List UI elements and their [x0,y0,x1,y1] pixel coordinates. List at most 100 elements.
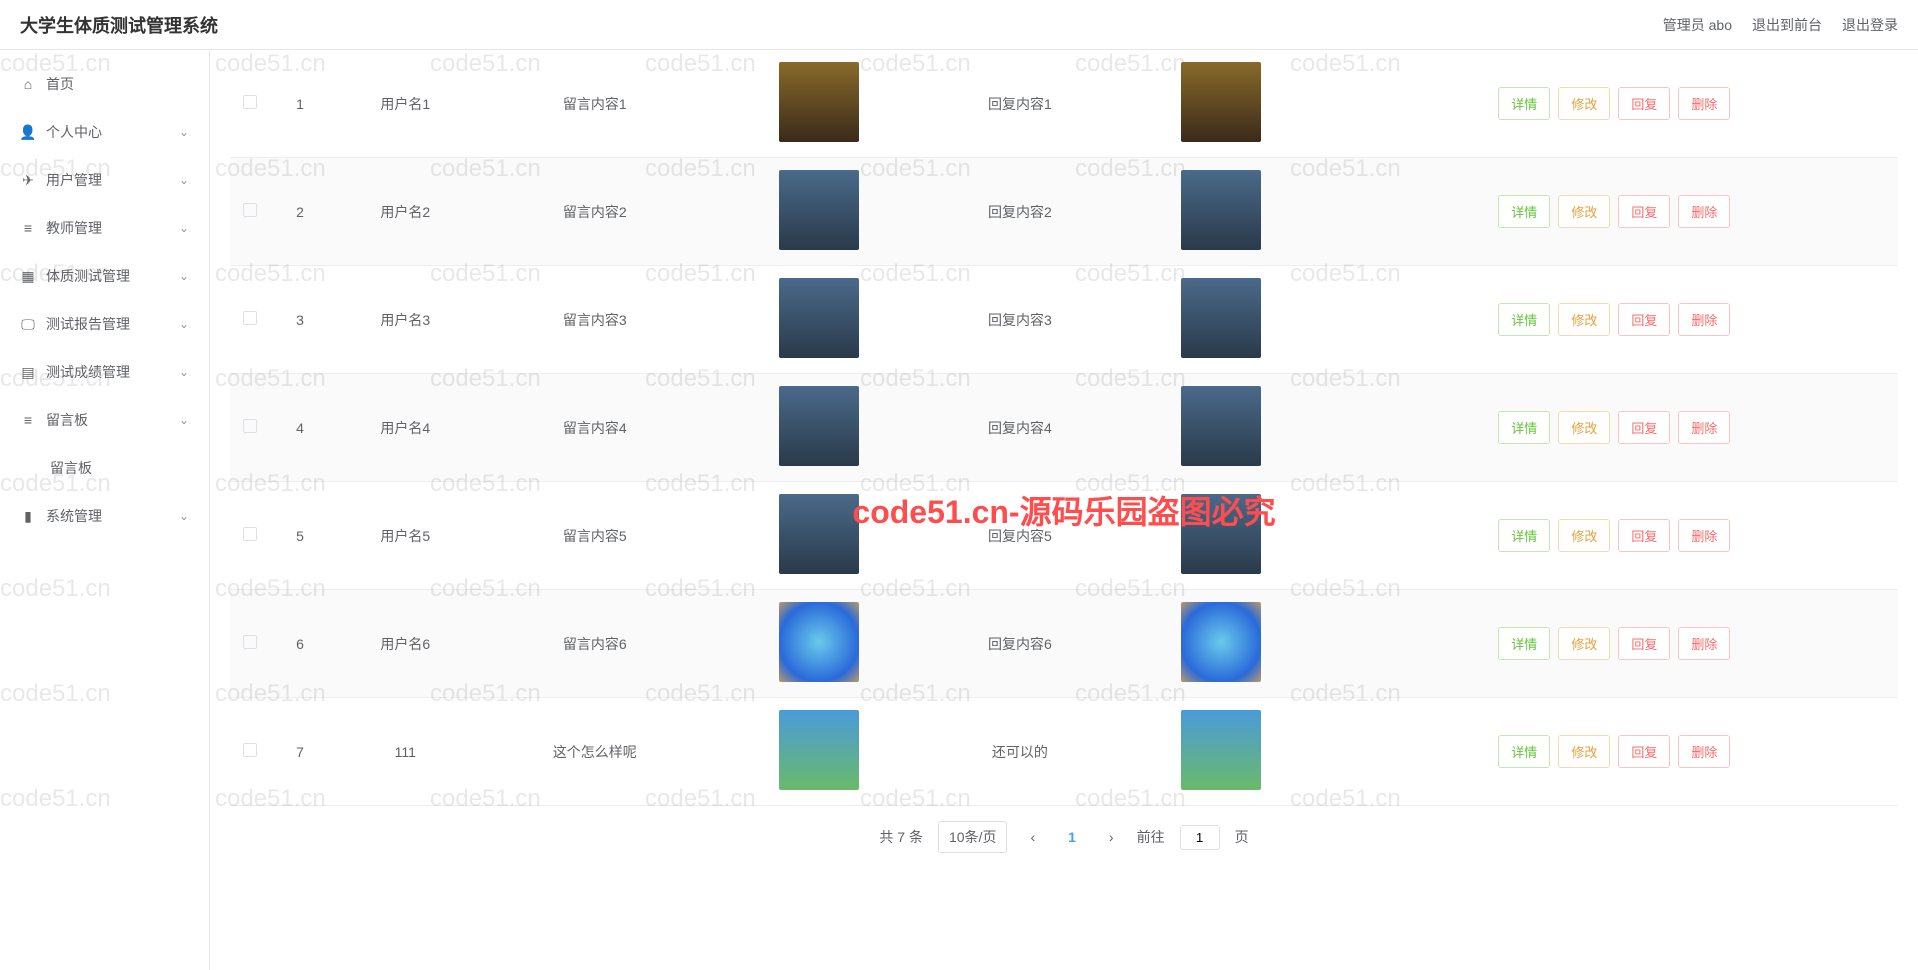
sidebar-item-test-score[interactable]: ▤ 测试成绩管理 ⌄ [0,348,209,396]
row-message: 留言内容4 [480,374,709,482]
edit-button[interactable]: 修改 [1558,519,1610,552]
row-index: 3 [270,266,330,374]
row-checkbox[interactable] [243,311,257,325]
edit-button[interactable]: 修改 [1558,195,1610,228]
sidebar-item-test-report[interactable]: 🖵 测试报告管理 ⌄ [0,300,209,348]
main-content: code51.cn-源码乐园盗图必究 1 用户名1 留言内容1 回复内容1 详情… [210,50,1918,970]
edit-button[interactable]: 修改 [1558,303,1610,336]
table-row: 1 用户名1 留言内容1 回复内容1 详情 修改 回复 删除 [230,50,1898,158]
reply-button[interactable]: 回复 [1618,627,1670,660]
table-row: 6 用户名6 留言内容6 回复内容6 详情 修改 回复 删除 [230,590,1898,698]
detail-button[interactable]: 详情 [1498,87,1550,120]
delete-button[interactable]: 删除 [1678,735,1730,768]
row-actions: 详情 修改 回复 删除 [1339,87,1890,120]
row-checkbox[interactable] [243,95,257,109]
exit-front-link[interactable]: 退出到前台 [1752,15,1822,35]
sidebar-item-label: 个人中心 [46,122,102,142]
pagination-total: 共 7 条 [879,827,923,847]
delete-button[interactable]: 删除 [1678,195,1730,228]
logout-link[interactable]: 退出登录 [1842,15,1898,35]
pagination-goto-input[interactable] [1180,825,1220,850]
row-actions: 详情 修改 回复 删除 [1339,519,1890,552]
row-actions: 详情 修改 回复 删除 [1339,735,1890,768]
row-checkbox[interactable] [243,419,257,433]
row-message: 留言内容5 [480,482,709,590]
pagination-prev[interactable]: ‹ [1022,829,1043,845]
detail-button[interactable]: 详情 [1498,519,1550,552]
detail-button[interactable]: 详情 [1498,627,1550,660]
row-checkbox[interactable] [243,635,257,649]
edit-button[interactable]: 修改 [1558,627,1610,660]
sidebar-item-teachers[interactable]: ≡ 教师管理 ⌄ [0,204,209,252]
row-message-image [779,386,859,466]
row-actions: 详情 修改 回复 删除 [1339,627,1890,660]
pagination: 共 7 条 10条/页 ‹ 1 › 前往 页 [230,806,1898,868]
chevron-down-icon: ⌄ [179,509,189,523]
detail-button[interactable]: 详情 [1498,411,1550,444]
chevron-down-icon: ⌄ [179,413,189,427]
detail-button[interactable]: 详情 [1498,303,1550,336]
row-message: 留言内容2 [480,158,709,266]
row-index: 6 [270,590,330,698]
row-index: 4 [270,374,330,482]
chevron-down-icon: ⌄ [179,365,189,379]
row-checkbox[interactable] [243,527,257,541]
delete-button[interactable]: 删除 [1678,627,1730,660]
delete-button[interactable]: 删除 [1678,519,1730,552]
sidebar-item-users[interactable]: ✈ 用户管理 ⌄ [0,156,209,204]
row-message-image [779,710,859,790]
row-reply: 还可以的 [929,698,1111,806]
sidebar-subitem-messageboard[interactable]: 留言板 [0,444,209,492]
delete-button[interactable]: 删除 [1678,87,1730,120]
table-row: 4 用户名4 留言内容4 回复内容4 详情 修改 回复 删除 [230,374,1898,482]
sidebar-item-label: 测试报告管理 [46,314,130,334]
pagination-goto-prefix: 前往 [1137,827,1165,847]
row-message: 这个怎么样呢 [480,698,709,806]
container: ⌂ 首页 👤 个人中心 ⌄ ✈ 用户管理 ⌄ ≡ 教师管理 ⌄ ▦ 体质测试管理… [0,50,1918,970]
detail-button[interactable]: 详情 [1498,195,1550,228]
chevron-down-icon: ⌄ [179,317,189,331]
edit-button[interactable]: 修改 [1558,735,1610,768]
reply-button[interactable]: 回复 [1618,303,1670,336]
pagination-goto-suffix: 页 [1235,827,1249,847]
user-icon: 👤 [20,124,36,140]
edit-button[interactable]: 修改 [1558,87,1610,120]
table-row: 7 111 这个怎么样呢 还可以的 详情 修改 回复 删除 [230,698,1898,806]
sidebar-item-label: 用户管理 [46,170,102,190]
table-row: 3 用户名3 留言内容3 回复内容3 详情 修改 回复 删除 [230,266,1898,374]
row-reply: 回复内容2 [929,158,1111,266]
detail-button[interactable]: 详情 [1498,735,1550,768]
menu-icon: ≡ [20,412,36,428]
delete-button[interactable]: 删除 [1678,411,1730,444]
sidebar-item-fitness-test[interactable]: ▦ 体质测试管理 ⌄ [0,252,209,300]
row-message-image [779,602,859,682]
app-title: 大学生体质测试管理系统 [20,12,218,38]
row-message: 留言内容3 [480,266,709,374]
reply-button[interactable]: 回复 [1618,87,1670,120]
sidebar-item-system[interactable]: ▮ 系统管理 ⌄ [0,492,209,540]
row-reply-image [1181,278,1261,358]
delete-button[interactable]: 删除 [1678,303,1730,336]
reply-button[interactable]: 回复 [1618,411,1670,444]
reply-button[interactable]: 回复 [1618,735,1670,768]
pagination-next[interactable]: › [1101,829,1122,845]
chevron-down-icon: ⌄ [179,125,189,139]
edit-button[interactable]: 修改 [1558,411,1610,444]
sidebar-item-messageboard[interactable]: ≡ 留言板 ⌄ [0,396,209,444]
row-index: 7 [270,698,330,806]
reply-button[interactable]: 回复 [1618,195,1670,228]
row-username: 用户名5 [330,482,480,590]
pagination-pagesize[interactable]: 10条/页 [938,821,1007,853]
row-reply: 回复内容3 [929,266,1111,374]
reply-button[interactable]: 回复 [1618,519,1670,552]
row-reply-image [1181,494,1261,574]
sidebar-item-label: 体质测试管理 [46,266,130,286]
admin-label[interactable]: 管理员 abo [1663,15,1732,35]
row-checkbox[interactable] [243,203,257,217]
pagination-current[interactable]: 1 [1058,829,1086,845]
row-checkbox[interactable] [243,743,257,757]
table-row: 2 用户名2 留言内容2 回复内容2 详情 修改 回复 删除 [230,158,1898,266]
sidebar-item-profile[interactable]: 👤 个人中心 ⌄ [0,108,209,156]
sidebar-item-home[interactable]: ⌂ 首页 [0,60,209,108]
chevron-down-icon: ⌄ [179,269,189,283]
